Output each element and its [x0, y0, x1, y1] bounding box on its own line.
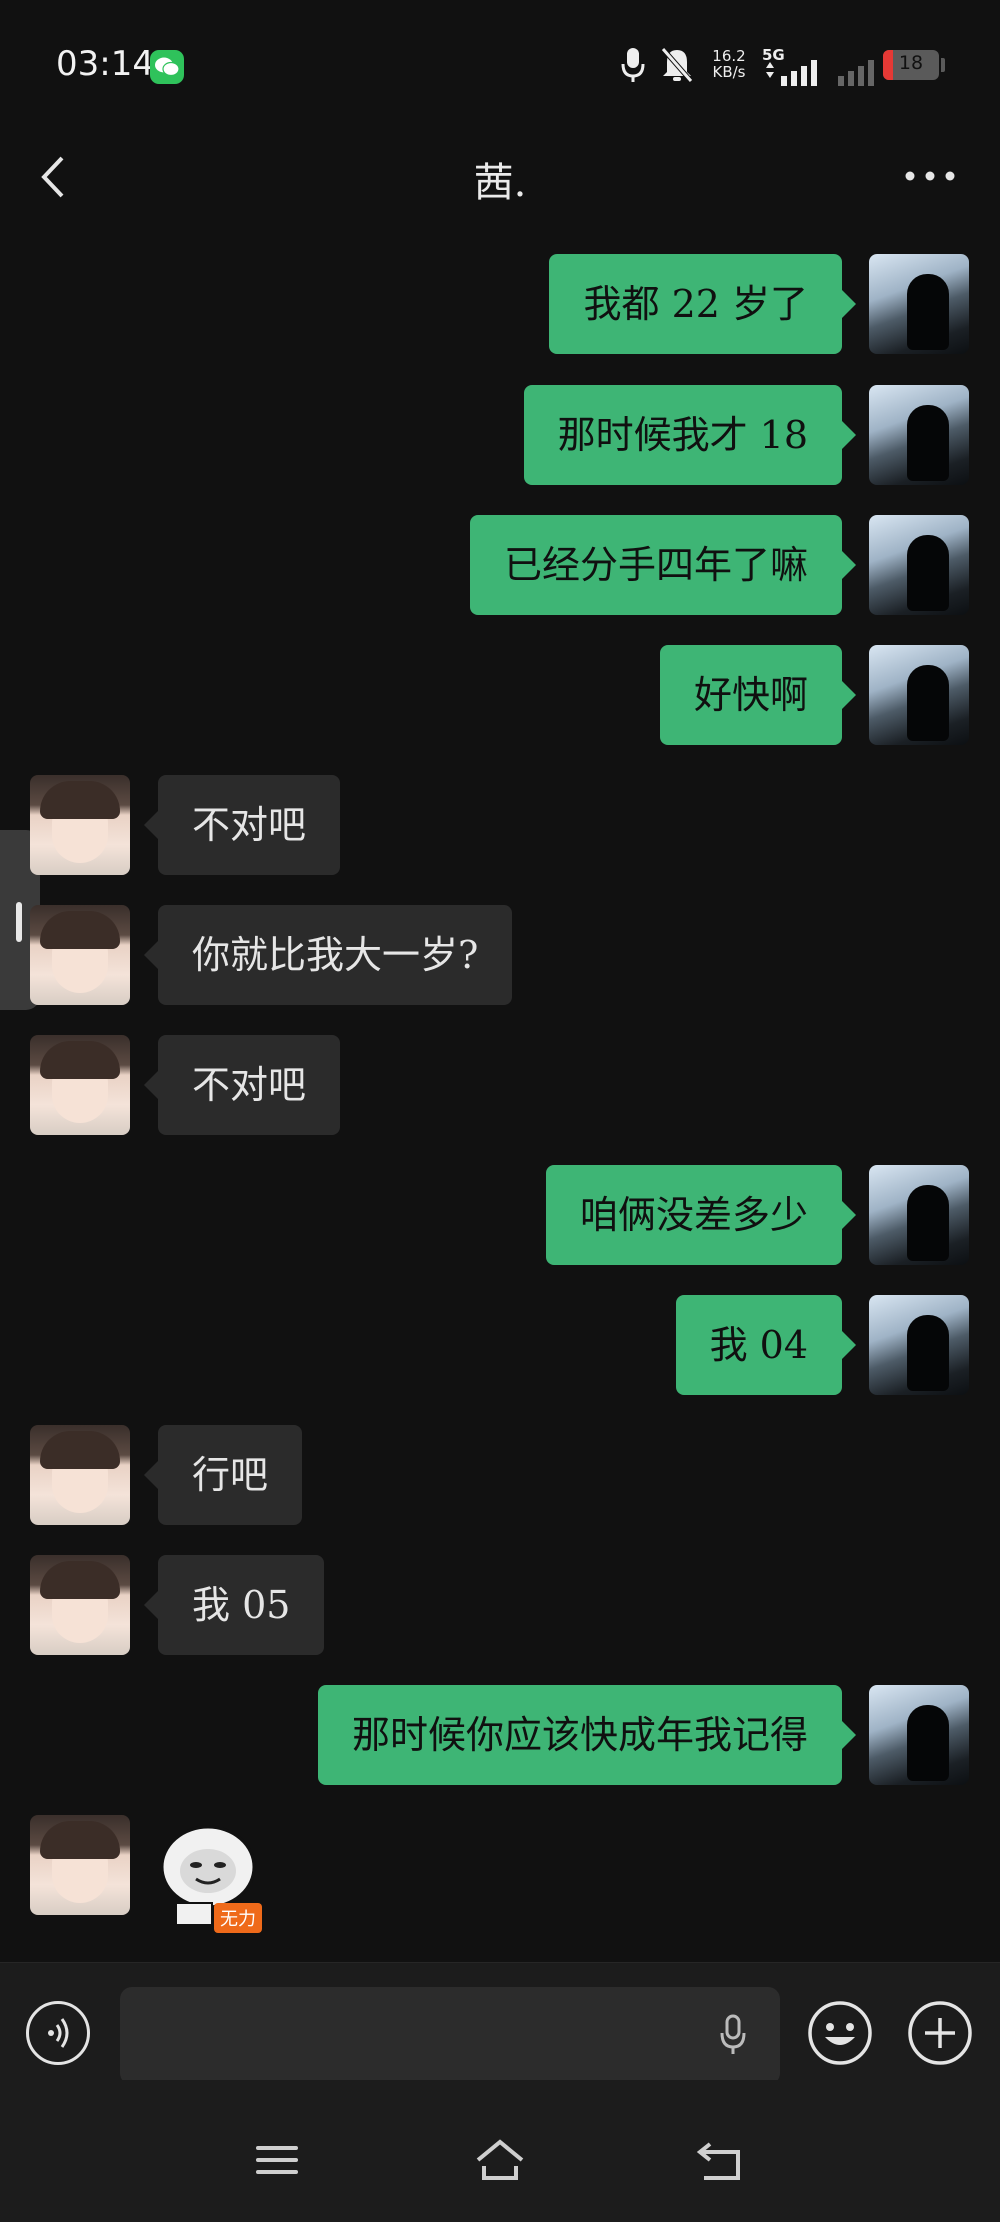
battery-icon: 18	[883, 50, 939, 80]
message-bubble[interactable]: 已经分手四年了嘛	[469, 515, 857, 615]
message-bubble[interactable]: 咱俩没差多少	[545, 1165, 857, 1265]
avatar[interactable]	[869, 1295, 969, 1395]
back-icon[interactable]	[696, 2140, 746, 2182]
message-bubble[interactable]: 我都 22 岁了	[549, 254, 856, 354]
message-bubble[interactable]: 那时候你应该快成年我记得	[317, 1685, 857, 1785]
handle-grip	[16, 902, 22, 942]
message-bubble[interactable]: 行吧	[143, 1425, 303, 1525]
avatar[interactable]	[30, 905, 130, 1005]
avatar[interactable]	[30, 1425, 130, 1525]
mic-icon	[621, 48, 645, 82]
message-bubble[interactable]: 那时候我才 18	[523, 385, 857, 485]
menu-icon[interactable]	[254, 2142, 300, 2178]
avatar[interactable]	[30, 1815, 130, 1915]
message-input[interactable]	[120, 1987, 780, 2085]
avatar[interactable]	[30, 1555, 130, 1655]
message-bubble[interactable]: 不对吧	[143, 1035, 341, 1135]
signal-icon	[838, 60, 874, 86]
avatar[interactable]	[869, 254, 969, 354]
avatar[interactable]	[869, 1685, 969, 1785]
avatar[interactable]	[869, 515, 969, 615]
bell-off-icon	[661, 47, 693, 83]
sticker-message[interactable]: 无力	[156, 1819, 266, 1933]
message-bubble[interactable]: 我 05	[143, 1555, 325, 1655]
mic-icon[interactable]	[718, 2013, 748, 2057]
net-speed-unit: KB/s	[712, 63, 746, 81]
plus-icon[interactable]	[906, 1999, 974, 2067]
battery-level: 18	[898, 52, 924, 74]
avatar[interactable]	[30, 775, 130, 875]
signal-icon	[766, 60, 817, 86]
battery-tip	[941, 58, 945, 72]
chat-title: 茜.	[473, 160, 527, 206]
sticker-caption: 无力	[214, 1903, 262, 1933]
input-bar	[0, 1962, 1000, 2085]
voice-icon[interactable]	[26, 2001, 90, 2065]
status-bar: 03:14 16.2 KB/s 5G 18	[0, 0, 1000, 130]
message-bubble[interactable]: 不对吧	[143, 775, 341, 875]
wechat-icon	[150, 50, 184, 84]
net-speed-value: 16.2	[712, 47, 746, 65]
more-dots-icon[interactable]	[900, 164, 960, 188]
net-speed: 16.2 KB/s	[710, 48, 748, 80]
message-bubble[interactable]: 好快啊	[659, 645, 857, 745]
home-icon[interactable]	[472, 2138, 528, 2182]
emoji-icon[interactable]	[806, 1999, 874, 2067]
system-nav-bar	[0, 2080, 1000, 2222]
message-bubble[interactable]: 你就比我大一岁?	[143, 905, 513, 1005]
message-bubble[interactable]: 我 04	[675, 1295, 857, 1395]
avatar[interactable]	[869, 1165, 969, 1265]
avatar[interactable]	[30, 1035, 130, 1135]
avatar[interactable]	[869, 645, 969, 745]
status-time: 03:14	[56, 44, 154, 84]
avatar[interactable]	[869, 385, 969, 485]
